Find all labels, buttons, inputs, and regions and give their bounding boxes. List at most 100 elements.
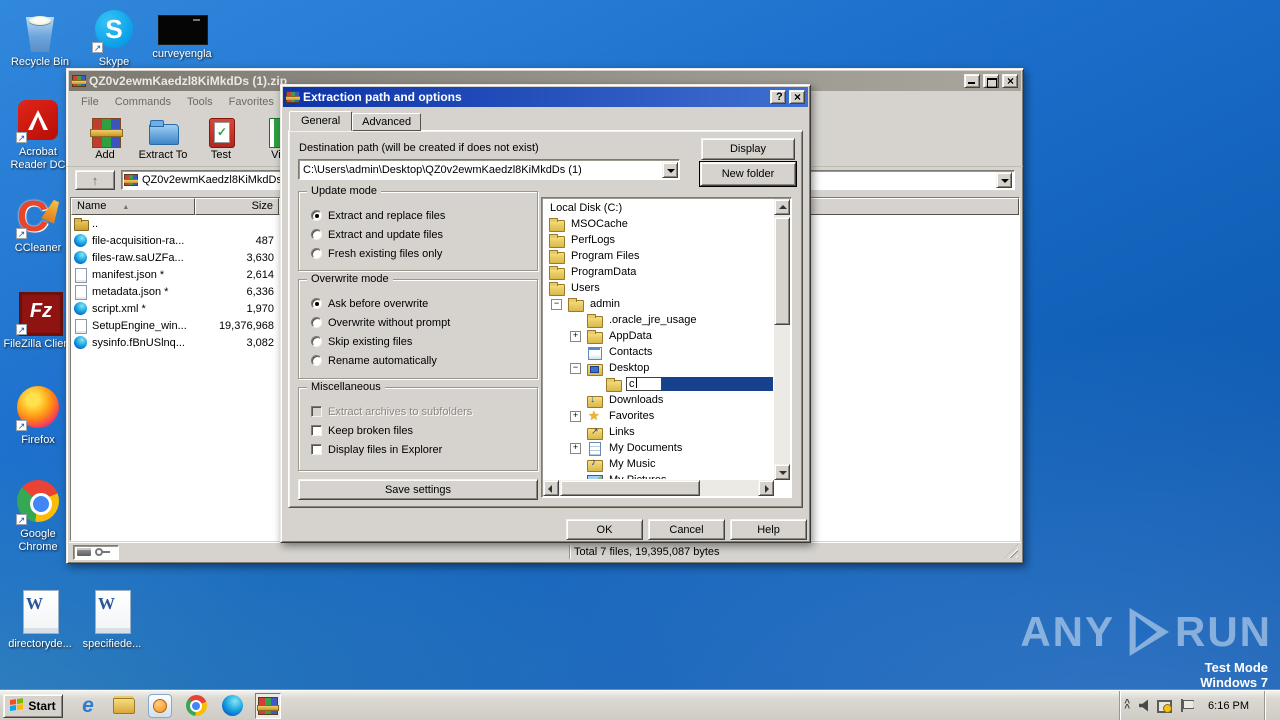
taskbar-app-button[interactable] xyxy=(255,692,281,719)
tree-item[interactable]: Local Disk (C:) xyxy=(544,200,773,216)
scroll-up-button[interactable] xyxy=(774,199,790,215)
tray-chevron-icon[interactable]: ^ ^ xyxy=(1124,698,1130,713)
checkbox-option[interactable]: Extract archives to subfolders xyxy=(311,404,472,419)
tree-folder-icon xyxy=(549,281,566,296)
tree-expander-icon[interactable] xyxy=(568,440,587,456)
tree-expander-icon[interactable] xyxy=(568,472,587,479)
taskbar-app-button[interactable] xyxy=(219,693,245,719)
column-header-name[interactable]: Name xyxy=(71,198,195,215)
desktop-icon[interactable]: ↗ FileZilla Client xyxy=(2,288,74,351)
address-dropdown-button[interactable] xyxy=(996,172,1012,188)
help-button[interactable]: Help xyxy=(730,519,807,540)
action-center-flag-icon[interactable] xyxy=(1181,699,1193,712)
network-warning-icon[interactable] xyxy=(1157,699,1173,713)
checkbox-option[interactable]: Display files in Explorer xyxy=(311,442,442,457)
radio-option[interactable]: Fresh existing files only xyxy=(311,246,442,261)
desktop-icon[interactable]: ↗ specifiede... xyxy=(76,588,148,651)
cancel-button[interactable]: Cancel xyxy=(648,519,725,540)
taskbar-app-button[interactable] xyxy=(75,693,101,719)
horizontal-scroll-thumb[interactable] xyxy=(560,480,700,496)
tree-item[interactable]: Links xyxy=(544,424,773,440)
tree-expander-icon[interactable] xyxy=(568,328,587,344)
destination-dropdown-button[interactable] xyxy=(662,161,678,178)
tree-expander-icon[interactable] xyxy=(568,360,587,376)
menu-item[interactable]: Tools xyxy=(179,95,221,109)
tree-item-label: My Music xyxy=(609,458,656,470)
desktop-icon[interactable]: ↗ Acrobat Reader DC xyxy=(2,96,74,172)
checkbox-option[interactable]: Keep broken files xyxy=(311,423,413,438)
tree-item[interactable]: Downloads xyxy=(544,392,773,408)
tree-expander-icon[interactable] xyxy=(568,344,587,360)
radio-option[interactable]: Overwrite without prompt xyxy=(311,315,450,330)
tree-item[interactable]: .oracle_jre_usage xyxy=(544,312,773,328)
volume-icon[interactable] xyxy=(1139,699,1149,712)
vertical-scroll-thumb[interactable] xyxy=(774,217,790,325)
tray-clock[interactable]: 6:16 PM xyxy=(1202,700,1255,712)
toolbar-button[interactable]: Test xyxy=(193,113,249,164)
tree-expander-icon[interactable] xyxy=(568,392,587,408)
resize-grip[interactable] xyxy=(1004,544,1018,558)
desktop-icon[interactable]: ↗ Skype xyxy=(78,6,150,69)
tree-item[interactable]: MSOCache xyxy=(544,216,773,232)
show-desktop-button[interactable] xyxy=(1264,691,1276,720)
scroll-left-button[interactable] xyxy=(543,480,559,496)
taskbar-app-button[interactable] xyxy=(183,693,209,719)
tree-expander-icon[interactable] xyxy=(568,312,587,328)
start-button[interactable]: Start xyxy=(3,693,63,718)
tree-expander-icon[interactable] xyxy=(568,456,587,472)
radio-option[interactable]: Skip existing files xyxy=(311,334,412,349)
tree-item[interactable]: My Pictures xyxy=(544,472,773,479)
column-header-size[interactable]: Size xyxy=(195,198,279,215)
tab-general[interactable]: General xyxy=(289,111,353,131)
tree-item[interactable]: Program Files xyxy=(544,248,773,264)
desktop-icon[interactable]: ↗ CCleaner xyxy=(2,192,74,255)
menu-item[interactable]: Favorites xyxy=(221,95,282,109)
desktop-icon[interactable]: ↗ directoryde... xyxy=(4,588,76,651)
toolbar-button[interactable]: Add xyxy=(77,113,133,164)
close-button[interactable] xyxy=(1002,74,1018,88)
save-settings-button[interactable]: Save settings xyxy=(298,479,538,500)
tree-expander-icon[interactable] xyxy=(587,376,606,392)
tree-item[interactable]: Favorites xyxy=(544,408,773,424)
tree-vertical-scrollbar[interactable] xyxy=(774,199,790,480)
tree-horizontal-scrollbar[interactable] xyxy=(543,480,774,496)
tree-item[interactable]: Contacts xyxy=(544,344,773,360)
maximize-button[interactable] xyxy=(983,74,999,88)
tree-item[interactable]: admin xyxy=(544,296,773,312)
radio-option[interactable]: Rename automatically xyxy=(311,353,437,368)
tree-expander-icon[interactable] xyxy=(549,296,568,312)
taskbar-app-button[interactable] xyxy=(111,693,137,719)
minimize-button[interactable] xyxy=(964,74,980,88)
radio-option[interactable]: Extract and replace files xyxy=(311,208,445,223)
new-folder-button[interactable]: New folder xyxy=(699,161,797,187)
tree-item[interactable]: PerfLogs xyxy=(544,232,773,248)
menu-item[interactable]: Commands xyxy=(107,95,179,109)
desktop-icon[interactable]: ↗ curveyengla xyxy=(146,6,218,61)
toolbar-button[interactable]: Extract To xyxy=(135,113,191,164)
tree-item[interactable]: My Music xyxy=(544,456,773,472)
display-button[interactable]: Display xyxy=(701,138,795,160)
radio-option[interactable]: Ask before overwrite xyxy=(311,296,428,311)
desktop-icon[interactable]: ↗ Google Chrome xyxy=(2,478,74,554)
tree-item[interactable]: Desktop xyxy=(544,360,773,376)
dialog-close-button[interactable] xyxy=(789,90,805,104)
tree-item[interactable]: c xyxy=(544,376,773,392)
menu-item[interactable]: File xyxy=(73,95,107,109)
scroll-right-button[interactable] xyxy=(758,480,774,496)
tree-expander-icon[interactable] xyxy=(568,408,587,424)
tree-item[interactable]: ProgramData xyxy=(544,264,773,280)
up-directory-button[interactable] xyxy=(75,170,115,190)
radio-option[interactable]: Extract and update files xyxy=(311,227,443,242)
scroll-down-button[interactable] xyxy=(774,464,790,480)
help-titlebar-button[interactable] xyxy=(770,90,786,104)
tree-item[interactable]: AppData xyxy=(544,328,773,344)
tree-item[interactable]: My Documents xyxy=(544,440,773,456)
ok-button[interactable]: OK xyxy=(566,519,643,540)
tree-expander-icon[interactable] xyxy=(568,424,587,440)
tree-item[interactable]: Users xyxy=(544,280,773,296)
desktop-icon[interactable]: ↗ Recycle Bin xyxy=(4,6,76,69)
desktop-icon[interactable]: ↗ Firefox xyxy=(2,384,74,447)
tab-advanced[interactable]: Advanced xyxy=(352,113,422,131)
taskbar-app-button[interactable] xyxy=(147,693,173,719)
destination-path-combo[interactable]: C:\Users\admin\Desktop\QZ0v2ewmKaedzl8Ki… xyxy=(298,159,680,180)
